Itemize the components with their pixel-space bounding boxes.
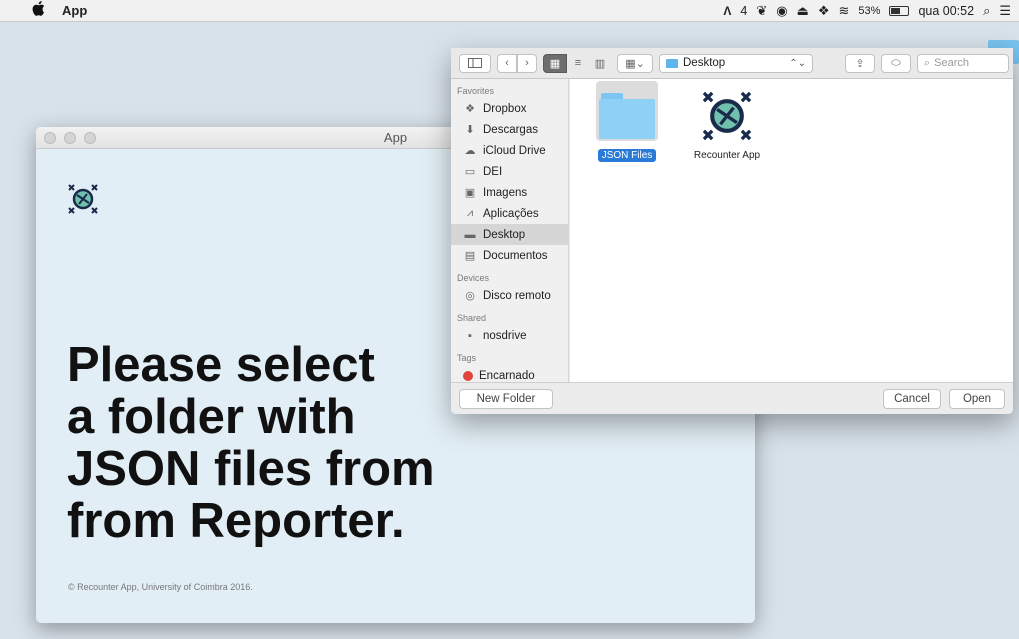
chevron-left-icon: ‹ [505, 57, 509, 69]
list-icon: ≡ [574, 57, 582, 69]
sidebar-item-label: Desktop [483, 228, 526, 241]
sidebar-item-imagens[interactable]: ▣ Imagens [451, 182, 568, 203]
document-icon: ▤ [464, 250, 476, 262]
open-button[interactable]: Open [949, 388, 1005, 409]
search-placeholder: Search [934, 57, 970, 69]
folder-icon [666, 58, 678, 68]
sidebar-section-tags: Tags [457, 353, 477, 363]
open-file-dialog: ‹ › ▦ ≡ ▥ ▦⌄ Desktop ⌃⌄ ⇪ ⬭ ⌕ Search Fav… [451, 48, 1013, 414]
cloud-icon: ☁ [464, 145, 476, 157]
sidebar-item-disco-remoto[interactable]: ◎ Disco remoto [451, 285, 568, 306]
folder-icon [599, 87, 655, 145]
sidebar-item-dropbox[interactable]: ❖ Dropbox [451, 98, 568, 119]
sidebar-item-label: Documentos [483, 249, 548, 262]
desktop-icon: ▬ [464, 228, 476, 241]
recounter-logo-icon [68, 184, 98, 214]
apple-menu-icon[interactable] [32, 1, 48, 20]
arrange-icon: ▦⌄ [625, 57, 645, 70]
download-icon: ⬇ [465, 124, 475, 136]
sidebar-item-dei[interactable]: ▭ DEI [451, 161, 568, 182]
folder-icon: ▭ [464, 166, 476, 178]
notification-center-icon[interactable]: ☰ [999, 3, 1011, 19]
headline-line: JSON files from [67, 442, 435, 496]
sidebar-item-label: DEI [483, 165, 503, 178]
history-nav: ‹ › [497, 53, 537, 73]
sidebar-section-devices: Devices [457, 273, 490, 283]
search-field[interactable]: ⌕ Search [917, 53, 1009, 73]
file-browser: JSON Files Recounter App [570, 79, 1013, 382]
adobe-icon[interactable]: Λ [723, 4, 731, 18]
applications-icon: ⩘ [466, 207, 474, 219]
view-mode-switch: ▦ ≡ ▥ [543, 53, 611, 73]
sidebar-item-label: Encarnado [479, 369, 535, 382]
file-label: Recounter App [693, 150, 761, 161]
wifi-icon[interactable]: ≋ [839, 3, 850, 19]
sidebar-item-label: Aplicações [483, 207, 539, 220]
tag-icon: ⬭ [891, 56, 901, 69]
file-label: JSON Files [597, 149, 657, 162]
list-view-button[interactable]: ≡ [567, 54, 589, 73]
dialog-sidebar: Favorites ❖ Dropbox ⬇ Descargas ☁ iCloud Dr… [451, 79, 569, 382]
dialog-toolbar: ‹ › ▦ ≡ ▥ ▦⌄ Desktop ⌃⌄ ⇪ ⬭ ⌕ Search [451, 48, 1013, 79]
copyright-footer: © Recounter App, University of Coimbra 2… [68, 582, 253, 592]
icon-view-button[interactable]: ▦ [543, 53, 567, 73]
location-dropdown[interactable]: Desktop ⌃⌄ [659, 53, 813, 73]
battery-percent: 53% [858, 4, 881, 17]
sidebar-item-label: nosdrive [483, 329, 527, 342]
forward-button[interactable]: › [517, 53, 537, 73]
share-icon: ⇪ [855, 57, 865, 70]
menu-bar: App Λ 4 ❦ ◉ ⏏ ❖ ≋ 53% qua 00:52 ⌕ ☰ [0, 0, 1019, 22]
sidebar-item-documentos[interactable]: ▤ Documentos [451, 245, 568, 266]
red-tag-icon [463, 370, 473, 381]
sidebar-section-favorites: Favorites [457, 86, 495, 96]
arrange-button[interactable]: ▦⌄ [617, 53, 653, 73]
back-button[interactable]: ‹ [497, 53, 517, 73]
sidebar-item-tag-encarnado[interactable]: Encarnado [451, 365, 568, 382]
sidebar-item-icloud-drive[interactable]: ☁ iCloud Drive [451, 140, 568, 161]
sidebar-toggle-icon [468, 58, 482, 68]
disc-icon: ◎ [465, 290, 475, 302]
network-computer-icon: ▪ [468, 329, 472, 342]
location-label: Desktop [683, 57, 726, 69]
battery-icon[interactable] [889, 5, 910, 16]
sidebar-item-label: Descargas [483, 123, 538, 136]
dropbox-icon[interactable]: ❖ [818, 3, 830, 19]
column-view-button[interactable]: ▥ [589, 54, 611, 73]
headline-line: from Reporter. [67, 494, 405, 548]
file-item-json-files[interactable]: JSON Files [582, 87, 672, 163]
sidebar-section-shared: Shared [457, 313, 487, 323]
sidebar-item-label: Disco remoto [483, 289, 551, 302]
grid-icon: ▦ [549, 57, 561, 70]
new-folder-button[interactable]: New Folder [459, 388, 553, 409]
columns-icon: ▥ [594, 57, 606, 70]
sync-icon[interactable]: ◉ [776, 3, 787, 19]
status-area: Λ 4 ❦ ◉ ⏏ ❖ ≋ 53% qua 00:52 ⌕ ☰ [723, 3, 1019, 19]
dialog-button-bar: New Folder Cancel Open [451, 382, 1013, 414]
sidebar-item-aplicacoes[interactable]: ⩘ Aplicações [451, 203, 568, 224]
spotlight-search-icon[interactable]: ⌕ [983, 3, 990, 19]
backup-icon[interactable]: ⏏ [797, 3, 809, 19]
sidebar-item-nosdrive[interactable]: ▪ nosdrive [451, 325, 568, 346]
adobe-count: 4 [740, 3, 748, 18]
camera-icon: ▣ [464, 187, 476, 199]
sidebar-item-label: Imagens [483, 186, 528, 199]
sidebar-item-label: Dropbox [483, 102, 527, 115]
sidebar-toggle-button[interactable] [459, 53, 491, 73]
tag-button[interactable]: ⬭ [881, 53, 911, 73]
file-item-recounter-app[interactable]: Recounter App [682, 87, 772, 163]
dropbox-icon: ❖ [465, 103, 475, 115]
sidebar-item-descargas[interactable]: ⬇ Descargas [451, 119, 568, 140]
updown-chevron-icon: ⌃⌄ [789, 57, 806, 69]
clock[interactable]: qua 00:52 [918, 4, 974, 18]
sidebar-item-desktop[interactable]: ▬ Desktop [451, 224, 568, 245]
evernote-icon[interactable]: ❦ [756, 3, 767, 19]
cancel-button[interactable]: Cancel [883, 388, 941, 409]
share-button[interactable]: ⇪ [845, 53, 875, 73]
menu-app-name[interactable]: App [62, 3, 87, 18]
search-icon: ⌕ [924, 56, 931, 69]
recounter-app-icon [702, 91, 752, 141]
chevron-right-icon: › [525, 57, 529, 69]
sidebar-item-label: iCloud Drive [483, 144, 546, 157]
